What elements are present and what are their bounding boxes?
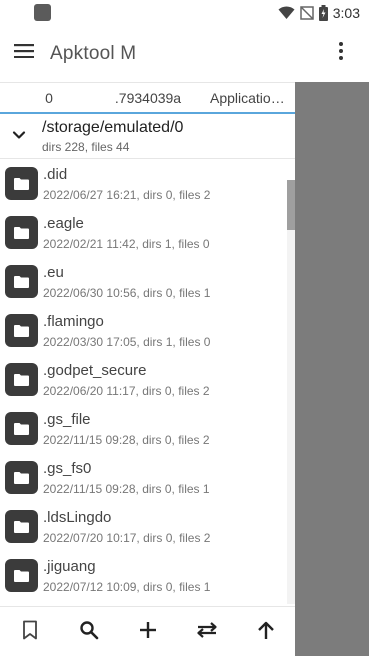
item-name: .ldsLingdo	[43, 509, 112, 526]
app-title: Apktool M	[50, 42, 137, 64]
tab-applications[interactable]: Applicatio…	[198, 83, 295, 113]
item-meta: 2022/07/12 10:09, dirs 0, files 1	[43, 580, 211, 594]
bookmark-button[interactable]	[10, 612, 50, 652]
swap-button[interactable]	[187, 612, 227, 652]
search-button[interactable]	[69, 612, 109, 652]
list-item[interactable]: .eagle 2022/02/21 11:42, dirs 1, files 0	[0, 208, 295, 257]
list-item[interactable]: .jiguang 2022/07/12 10:09, dirs 0, files…	[0, 551, 295, 600]
item-name: .eagle	[43, 215, 84, 232]
folder-icon	[5, 314, 38, 347]
path-title: /storage/emulated/0	[42, 119, 184, 136]
list-item[interactable]: .flamingo 2022/03/30 17:05, dirs 1, file…	[0, 306, 295, 355]
folder-icon	[5, 559, 38, 592]
list-item[interactable]: .eu 2022/06/30 10:56, dirs 0, files 1	[0, 257, 295, 306]
tab-7934039a[interactable]: .7934039a	[98, 83, 198, 113]
folder-icon	[5, 461, 38, 494]
signal-off-icon	[300, 5, 314, 20]
list-item[interactable]: .did 2022/06/27 16:21, dirs 0, files 2	[0, 159, 295, 208]
list-item[interactable]: .gs_fs0 2022/11/15 09:28, dirs 0, files …	[0, 453, 295, 502]
item-meta: 2022/06/20 11:17, dirs 0, files 2	[43, 384, 210, 398]
item-meta: 2022/06/27 16:21, dirs 0, files 2	[43, 188, 211, 202]
chevron-down-icon[interactable]	[10, 126, 28, 144]
tab-0[interactable]: 0	[0, 83, 98, 113]
list-item[interactable]: .ldsLingdo 2022/07/20 10:17, dirs 0, fil…	[0, 502, 295, 551]
status-bar: 3:03	[0, 0, 369, 25]
swap-icon	[196, 621, 218, 644]
folder-icon	[5, 510, 38, 543]
item-name: .gs_fs0	[43, 460, 92, 477]
item-meta: 2022/11/15 09:28, dirs 0, files 2	[43, 433, 210, 447]
folder-icon	[5, 265, 38, 298]
add-icon	[139, 621, 157, 644]
item-name: .jiguang	[43, 558, 96, 575]
item-name: .flamingo	[43, 313, 104, 330]
item-meta: 2022/02/21 11:42, dirs 1, files 0	[43, 237, 210, 251]
path-summary: dirs 228, files 44	[42, 140, 130, 154]
screen: 3:03 Apktool M 0 .7934039a Applicatio… /…	[0, 0, 369, 656]
overflow-menu-button[interactable]	[321, 29, 361, 77]
status-right: 3:03	[278, 4, 360, 21]
scrollbar-thumb[interactable]	[287, 180, 295, 230]
list-item[interactable]: .godpet_secure 2022/06/20 11:17, dirs 0,…	[0, 355, 295, 404]
file-drawer: 0 .7934039a Applicatio… /storage/emulate…	[0, 82, 295, 656]
bookmark-icon	[22, 620, 38, 645]
notification-app-icon	[34, 4, 51, 21]
folder-icon	[5, 167, 38, 200]
go-up-button[interactable]	[246, 612, 286, 652]
bottom-action-bar	[0, 606, 295, 656]
item-meta: 2022/11/15 09:28, dirs 0, files 1	[43, 482, 210, 496]
item-name: .did	[43, 166, 68, 183]
folder-icon	[5, 363, 38, 396]
current-path-header[interactable]: /storage/emulated/0 dirs 228, files 44	[0, 114, 295, 159]
app-bar: Apktool M	[0, 25, 369, 82]
folder-icon	[5, 412, 38, 445]
add-button[interactable]	[128, 612, 168, 652]
item-meta: 2022/06/30 10:56, dirs 0, files 1	[43, 286, 211, 300]
item-meta: 2022/03/30 17:05, dirs 1, files 0	[43, 335, 211, 349]
list-item[interactable]: .gs_file 2022/11/15 09:28, dirs 0, files…	[0, 404, 295, 453]
item-name: .gs_file	[43, 411, 91, 428]
item-name: .godpet_secure	[43, 362, 147, 379]
item-name: .eu	[43, 264, 64, 281]
folder-icon	[5, 216, 38, 249]
battery-icon	[318, 4, 328, 21]
file-list: .did 2022/06/27 16:21, dirs 0, files 2 .…	[0, 159, 295, 606]
wifi-icon	[278, 6, 295, 20]
menu-button[interactable]	[0, 30, 48, 78]
scrollbar-track[interactable]	[287, 180, 295, 604]
hamburger-icon	[14, 44, 34, 63]
drawer-scrim[interactable]	[295, 82, 369, 656]
more-vert-icon	[339, 41, 343, 65]
arrow-up-icon	[257, 620, 275, 645]
clock: 3:03	[332, 4, 360, 21]
item-meta: 2022/07/20 10:17, dirs 0, files 2	[43, 531, 211, 545]
search-icon	[79, 620, 99, 645]
tab-bar: 0 .7934039a Applicatio…	[0, 82, 295, 114]
